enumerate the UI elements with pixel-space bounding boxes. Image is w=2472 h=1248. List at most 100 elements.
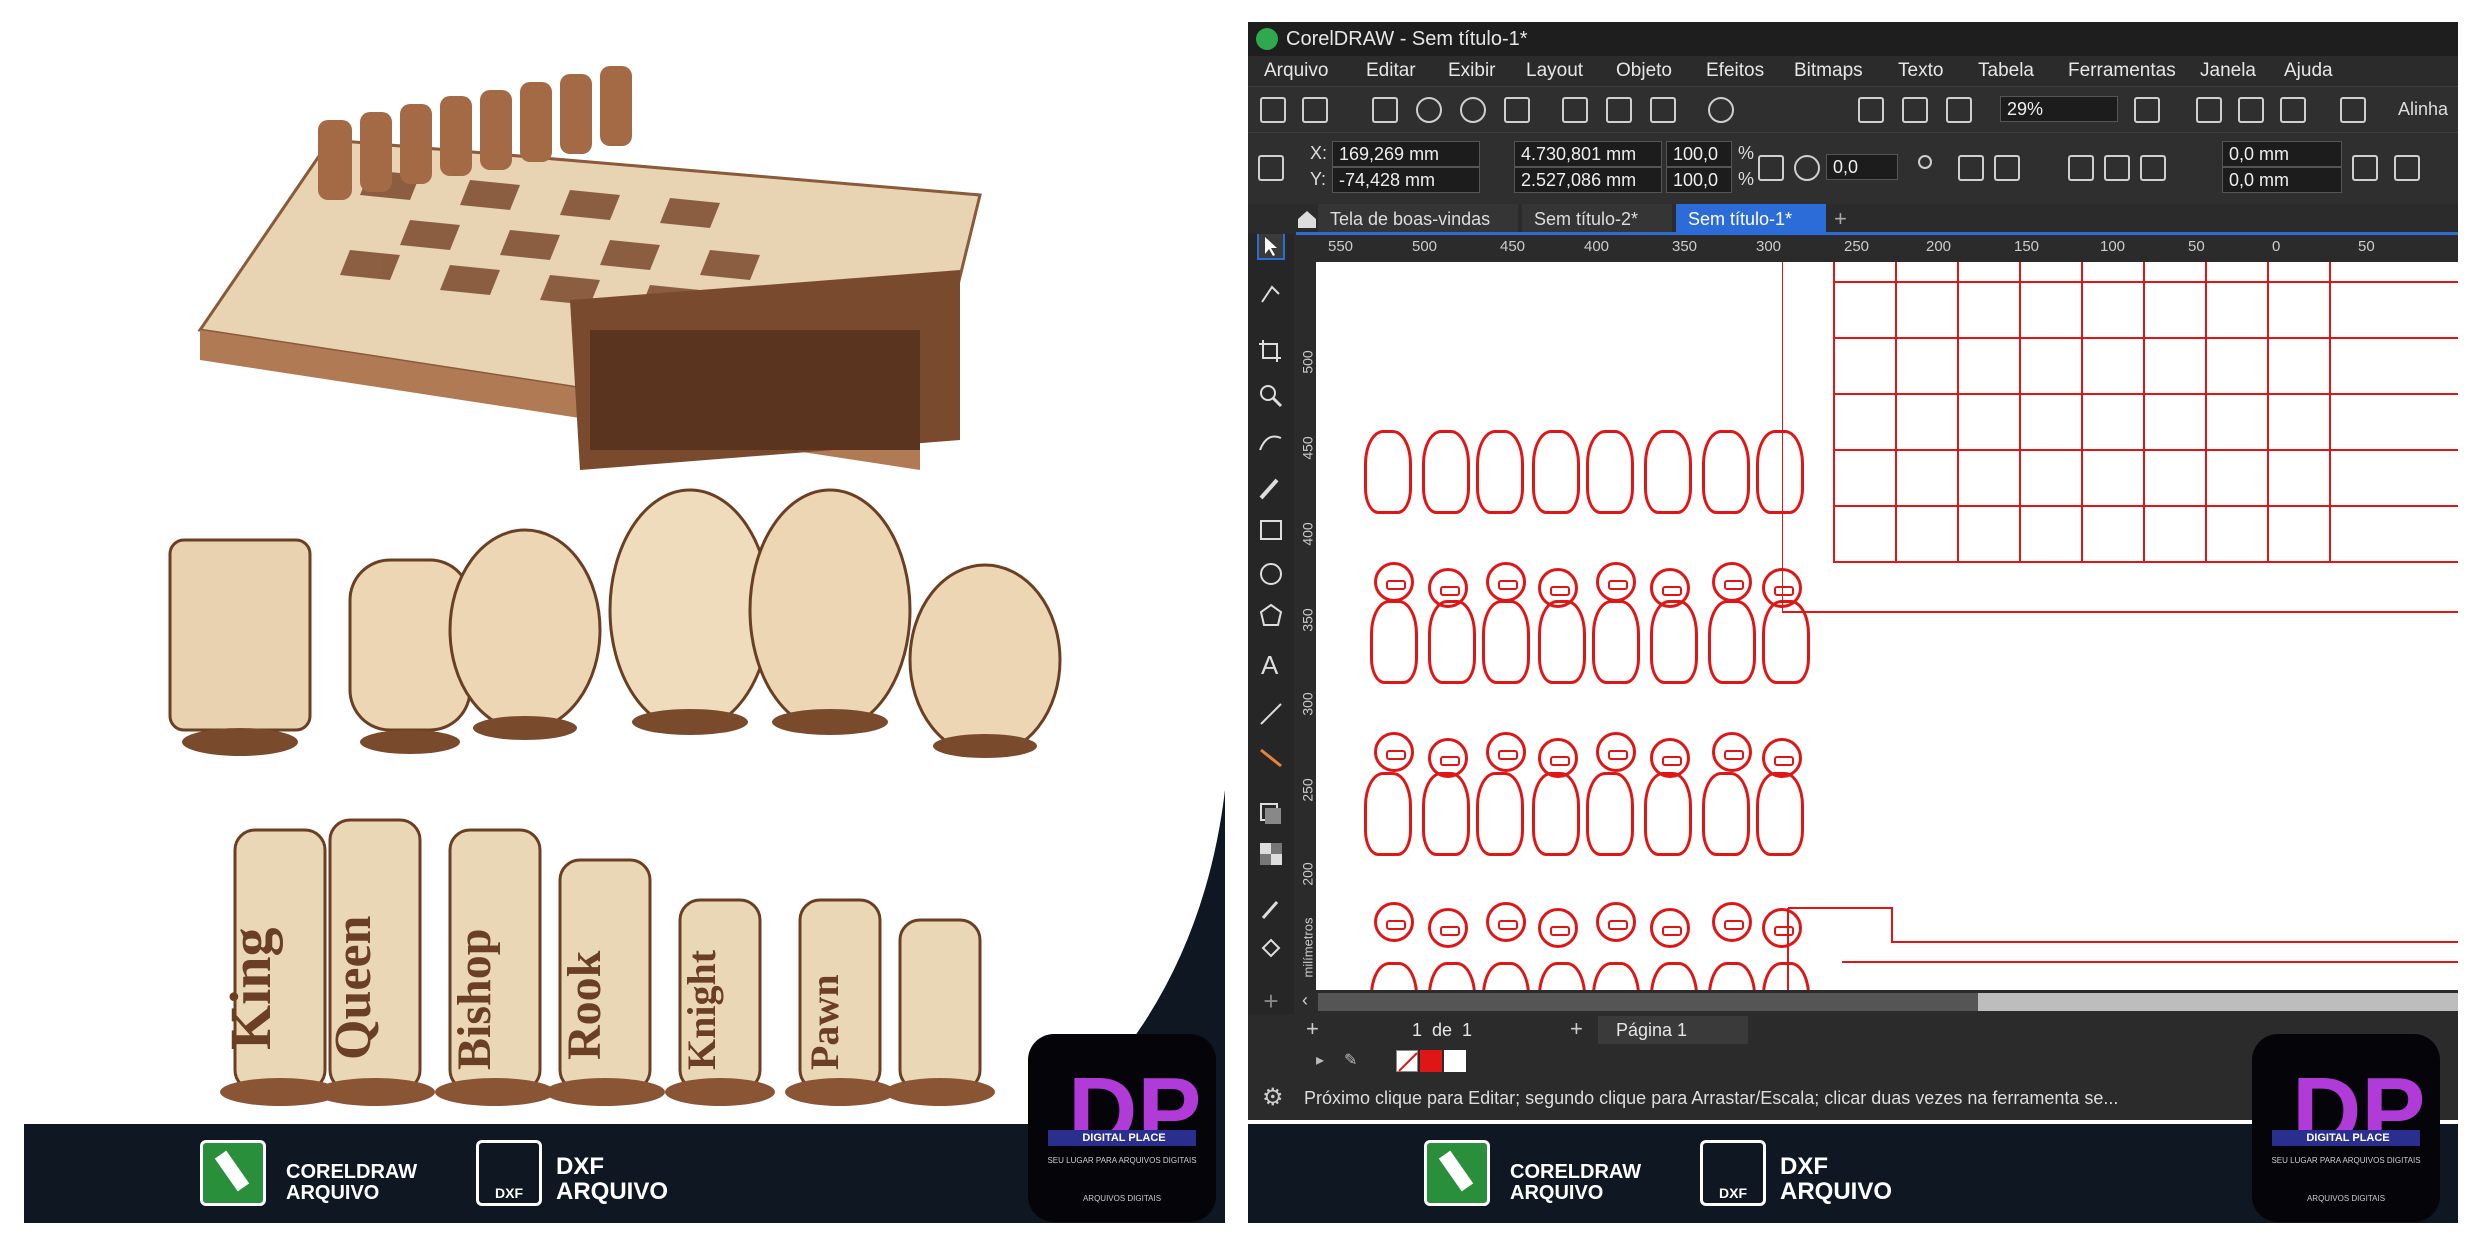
scale-x-field[interactable]: 100,0 bbox=[1666, 141, 1732, 167]
y-position-field[interactable]: -74,428 mm bbox=[1332, 167, 1480, 193]
cut-piece-outline[interactable] bbox=[1756, 772, 1804, 856]
freehand-tool-icon[interactable] bbox=[1257, 428, 1285, 456]
zoom-fit-icon[interactable] bbox=[2134, 97, 2160, 123]
cut-piece-outline[interactable] bbox=[1364, 430, 1412, 514]
cut-base-disc[interactable] bbox=[1486, 902, 1526, 942]
cloud-download-icon[interactable] bbox=[1460, 97, 1486, 123]
cut-base-disc[interactable] bbox=[1712, 562, 1752, 602]
scroll-left-icon[interactable]: ‹ bbox=[1302, 990, 1308, 1011]
open-icon[interactable] bbox=[1302, 97, 1328, 123]
cut-piece-outline[interactable] bbox=[1532, 772, 1580, 856]
corner-chamfer-icon[interactable] bbox=[2140, 155, 2166, 181]
guidelines-icon[interactable] bbox=[2280, 97, 2306, 123]
cut-piece-outline[interactable] bbox=[1592, 962, 1640, 990]
swatch-none[interactable] bbox=[1396, 1050, 1418, 1072]
cut-base-disc[interactable] bbox=[1538, 568, 1578, 608]
cut-piece-outline[interactable] bbox=[1586, 772, 1634, 856]
cut-piece-outline[interactable] bbox=[1428, 962, 1476, 990]
drawing-canvas[interactable] bbox=[1316, 262, 2458, 990]
page-tab[interactable]: Página 1 bbox=[1598, 1016, 1748, 1044]
x-position-field[interactable]: 169,269 mm bbox=[1332, 141, 1480, 167]
cut-base-disc[interactable] bbox=[1650, 738, 1690, 778]
new-document-icon[interactable] bbox=[1260, 97, 1286, 123]
snap-icon[interactable] bbox=[2196, 97, 2222, 123]
corner-scallop-icon[interactable] bbox=[2104, 155, 2130, 181]
cut-piece-outline[interactable] bbox=[1532, 430, 1580, 514]
cut-base-disc[interactable] bbox=[1374, 902, 1414, 942]
cut-piece-outline[interactable] bbox=[1422, 430, 1470, 514]
cut-piece-outline[interactable] bbox=[1482, 600, 1530, 684]
options-icon[interactable] bbox=[2340, 97, 2366, 123]
connector-tool-icon[interactable] bbox=[1257, 744, 1285, 772]
settings-gear-icon[interactable]: ⚙ bbox=[1262, 1076, 1284, 1120]
scale-corners-icon[interactable] bbox=[2394, 155, 2420, 181]
menu-texto[interactable]: Texto bbox=[1898, 60, 1943, 82]
menu-exibir[interactable]: Exibir bbox=[1448, 60, 1496, 82]
cut-piece-outline[interactable] bbox=[1370, 962, 1418, 990]
text-tool-icon[interactable]: A bbox=[1257, 650, 1285, 680]
menu-tabela[interactable]: Tabela bbox=[1978, 60, 2034, 82]
cut-piece-outline[interactable] bbox=[1364, 772, 1412, 856]
cut-base-disc[interactable] bbox=[1374, 732, 1414, 772]
cut-piece-outline[interactable] bbox=[1538, 962, 1586, 990]
cut-piece-outline[interactable] bbox=[1370, 600, 1418, 684]
pdf-icon[interactable] bbox=[1946, 97, 1972, 123]
cut-base-disc[interactable] bbox=[1538, 908, 1578, 948]
cut-piece-outline[interactable] bbox=[1708, 600, 1756, 684]
cut-piece-outline[interactable] bbox=[1644, 772, 1692, 856]
cut-base-disc[interactable] bbox=[1486, 562, 1526, 602]
cut-base-disc[interactable] bbox=[1596, 562, 1636, 602]
menu-bitmaps[interactable]: Bitmaps bbox=[1794, 60, 1863, 82]
cut-base-disc[interactable] bbox=[1428, 738, 1468, 778]
width-field[interactable]: 4.730,801 mm bbox=[1514, 141, 1662, 167]
corner-round-icon[interactable] bbox=[2068, 155, 2094, 181]
print-icon[interactable] bbox=[1504, 97, 1530, 123]
cut-base-disc[interactable] bbox=[1712, 902, 1752, 942]
cut-piece-outline[interactable] bbox=[1428, 600, 1476, 684]
cut-piece-outline[interactable] bbox=[1650, 600, 1698, 684]
rotate-icon[interactable] bbox=[1794, 155, 1820, 181]
palette-arrow-icon[interactable]: ▸ bbox=[1316, 1050, 1324, 1070]
cut-base-disc[interactable] bbox=[1428, 568, 1468, 608]
menu-efeitos[interactable]: Efeitos bbox=[1706, 60, 1764, 82]
menu-objeto[interactable]: Objeto bbox=[1616, 60, 1672, 82]
height-field[interactable]: 2.527,086 mm bbox=[1514, 167, 1662, 193]
import-arrow-icon[interactable] bbox=[1858, 97, 1884, 123]
dimension-tool-icon[interactable] bbox=[1257, 700, 1285, 728]
cut-base-disc[interactable] bbox=[1486, 732, 1526, 772]
cloud-upload-icon[interactable] bbox=[1416, 97, 1442, 123]
brush-tool-icon[interactable] bbox=[1257, 474, 1285, 502]
cut-base-disc[interactable] bbox=[1650, 568, 1690, 608]
menu-arquivo[interactable]: Arquivo bbox=[1264, 60, 1328, 82]
cut-piece-outline[interactable] bbox=[1476, 430, 1524, 514]
corner-radius-2-field[interactable]: 0,0 mm bbox=[2222, 167, 2342, 193]
menu-ferramentas[interactable]: Ferramentas bbox=[2068, 60, 2176, 82]
undo-icon[interactable] bbox=[1708, 97, 1734, 123]
cut-piece-outline[interactable] bbox=[1708, 962, 1756, 990]
cut-piece-outline[interactable] bbox=[1592, 600, 1640, 684]
cut-piece-outline[interactable] bbox=[1650, 962, 1698, 990]
cut-piece-outline[interactable] bbox=[1586, 430, 1634, 514]
corner-link-icon[interactable] bbox=[2352, 155, 2378, 181]
paste-icon[interactable] bbox=[1650, 97, 1676, 123]
new-tab-icon[interactable]: + bbox=[1830, 204, 1856, 234]
pick-tool-icon[interactable] bbox=[1257, 232, 1285, 260]
fill-tool-icon[interactable] bbox=[1257, 934, 1285, 962]
copy-icon[interactable] bbox=[1606, 97, 1632, 123]
cut-base-disc[interactable] bbox=[1596, 732, 1636, 772]
cut-base-disc[interactable] bbox=[1596, 902, 1636, 942]
cut-piece-outline[interactable] bbox=[1476, 772, 1524, 856]
grid-icon[interactable] bbox=[2238, 97, 2264, 123]
lock-ratio-icon[interactable] bbox=[1758, 155, 1784, 181]
transparency-tool-icon[interactable] bbox=[1257, 840, 1285, 868]
cut-base-disc[interactable] bbox=[1712, 732, 1752, 772]
mirror-v-icon[interactable] bbox=[1994, 155, 2020, 181]
menu-layout[interactable]: Layout bbox=[1526, 60, 1583, 82]
menu-janela[interactable]: Janela bbox=[2200, 60, 2256, 82]
swatch-red[interactable] bbox=[1420, 1050, 1442, 1072]
export-arrow-icon[interactable] bbox=[1902, 97, 1928, 123]
cut-base-disc[interactable] bbox=[1538, 738, 1578, 778]
menu-ajuda[interactable]: Ajuda bbox=[2284, 60, 2333, 82]
add-page-right-icon[interactable]: + bbox=[1570, 1016, 1583, 1042]
shadow-tool-icon[interactable] bbox=[1257, 800, 1285, 828]
